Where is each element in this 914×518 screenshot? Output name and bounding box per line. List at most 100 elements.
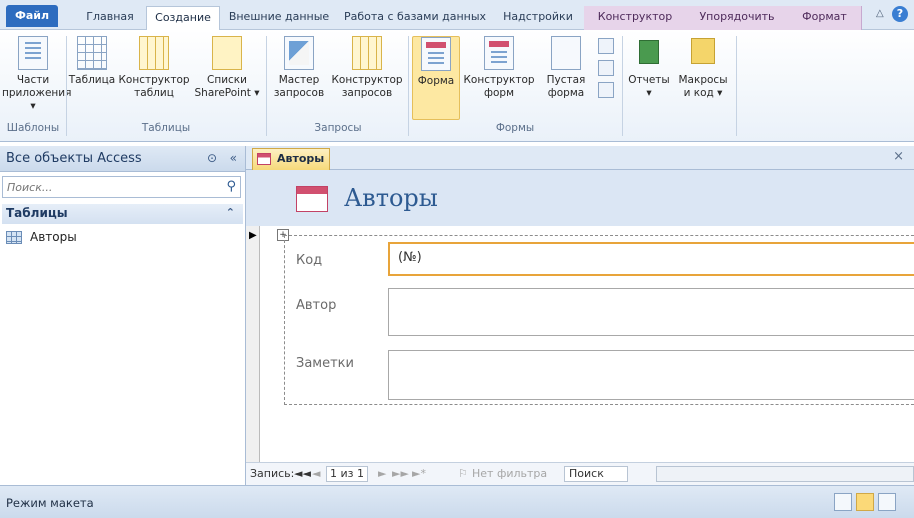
query-design-label-2: запросов xyxy=(341,87,393,99)
app-parts-button[interactable]: Части приложения ▾ xyxy=(2,36,72,113)
form-design-icon xyxy=(484,36,514,70)
reports-label-2: ▾ xyxy=(646,87,652,99)
sharepoint-icon xyxy=(212,36,242,70)
field-author[interactable] xyxy=(388,288,914,336)
minimize-ribbon-icon[interactable]: △ xyxy=(876,9,886,19)
first-record-icon[interactable]: ◄◄ xyxy=(294,467,311,480)
next-record-icon[interactable]: ► xyxy=(378,467,386,480)
last-record-icon[interactable]: ►► xyxy=(392,467,409,480)
app-parts-label-2: приложения ▾ xyxy=(2,87,72,112)
tab-design[interactable]: Конструктор xyxy=(584,6,686,30)
filter-status[interactable]: Нет фильтра xyxy=(472,467,547,480)
query-design-button[interactable]: Конструктор запросов xyxy=(330,36,404,100)
form-header: Авторы xyxy=(246,170,914,226)
table-icon xyxy=(77,36,107,70)
nav-item-label: Авторы xyxy=(30,230,77,244)
nav-item-authors[interactable]: Авторы xyxy=(6,228,245,246)
table-design-label-1: Конструктор xyxy=(118,74,190,86)
table-design-button[interactable]: Конструктор таблиц xyxy=(118,36,190,100)
table-button[interactable]: Таблица xyxy=(68,36,116,87)
filter-icon[interactable]: ⚐ xyxy=(458,467,468,480)
record-position-field[interactable]: 1 из 1 xyxy=(326,466,368,482)
tab-file[interactable]: Файл xyxy=(6,5,58,27)
form-design-label-2: форм xyxy=(484,87,514,99)
current-record-arrow-icon: ▶ xyxy=(249,230,257,241)
form-wizard-icon[interactable] xyxy=(598,38,614,54)
nav-section-label: Таблицы xyxy=(6,206,68,220)
nav-search-box: ⚲ xyxy=(2,176,241,198)
new-record-icon[interactable]: ►* xyxy=(412,467,426,480)
doc-tab-label: Авторы xyxy=(277,152,325,165)
blank-form-label-1: Пустая xyxy=(546,74,586,86)
tab-authors-form[interactable]: Авторы xyxy=(252,148,330,170)
nav-section-tables[interactable]: Таблицы ⌃ xyxy=(2,204,243,224)
status-bar: Режим макета xyxy=(0,485,914,518)
table-design-label-2: таблиц xyxy=(134,87,174,99)
query-design-label-1: Конструктор xyxy=(331,74,403,86)
collapse-pane-icon[interactable]: « xyxy=(230,151,237,165)
field-id[interactable]: (№) xyxy=(388,242,914,276)
form-title[interactable]: Авторы xyxy=(344,184,438,212)
table-icon xyxy=(6,230,22,244)
query-wizard-icon xyxy=(284,36,314,70)
sharepoint-lists-button[interactable]: Списки SharePoint ▾ xyxy=(192,36,262,100)
layout-view-icon[interactable] xyxy=(856,493,874,511)
field-label-notes[interactable]: Заметки xyxy=(296,356,354,371)
tab-create[interactable]: Создание xyxy=(146,6,220,31)
tab-addins[interactable]: Надстройки xyxy=(498,6,578,30)
form-label: Форма xyxy=(417,75,455,87)
table-design-icon xyxy=(139,36,169,70)
close-icon[interactable]: × xyxy=(893,149,904,164)
horizontal-scrollbar[interactable] xyxy=(656,466,914,482)
nav-pane-header[interactable]: Все объекты Access ⊙ « xyxy=(0,146,245,172)
tab-database-tools[interactable]: Работа с базами данных xyxy=(340,6,490,30)
table-label: Таблица xyxy=(68,74,116,86)
nav-menu-chevron-icon[interactable]: ⊙ xyxy=(207,151,217,165)
help-area: △ ? xyxy=(876,6,908,22)
blank-form-button[interactable]: Пустая форма xyxy=(538,36,594,100)
app-parts-label-1: Части xyxy=(16,74,50,86)
view-mode-status: Режим макета xyxy=(6,496,94,510)
design-view-icon[interactable] xyxy=(878,493,896,511)
field-label-author[interactable]: Автор xyxy=(296,298,336,313)
group-templates: Шаблоны xyxy=(6,122,60,134)
previous-record-icon[interactable]: ◄ xyxy=(312,467,320,480)
query-wizard-label-1: Мастер xyxy=(278,74,320,86)
group-forms: Формы xyxy=(495,122,535,134)
reports-icon xyxy=(639,40,659,64)
record-navigation-bar: Запись: ◄◄ ◄ 1 из 1 ► ►► ►* ⚐ Нет фильтр… xyxy=(246,462,914,485)
tab-format[interactable]: Формат xyxy=(788,6,862,30)
navigation-form-icon[interactable] xyxy=(598,60,614,76)
form-view-icon[interactable] xyxy=(834,493,852,511)
field-notes[interactable] xyxy=(388,350,914,400)
ribbon-separator xyxy=(66,36,67,136)
nav-pane-title: Все объекты Access xyxy=(6,151,142,166)
tab-arrange[interactable]: Упорядочить xyxy=(686,6,788,30)
help-icon[interactable]: ? xyxy=(892,6,908,22)
record-selector[interactable]: ▶ xyxy=(246,226,260,462)
form-design-button[interactable]: Конструктор форм xyxy=(462,36,536,100)
query-design-icon xyxy=(352,36,382,70)
form-icon xyxy=(257,153,271,165)
navigation-pane: Все объекты Access ⊙ « ⚲ Таблицы ⌃ Автор… xyxy=(0,146,246,485)
more-forms-icon[interactable] xyxy=(598,82,614,98)
collapse-section-icon[interactable]: ⌃ xyxy=(226,206,235,219)
form-layout-area: Авторы ▶ + Код (№) Автор Заметки xyxy=(246,170,914,462)
search-icon[interactable]: ⚲ xyxy=(226,179,236,194)
query-wizard-button[interactable]: Мастер запросов xyxy=(270,36,328,100)
form-icon xyxy=(296,186,328,212)
reports-button[interactable]: Отчеты ▾ xyxy=(626,36,672,100)
macros-button[interactable]: Макросы и код ▾ xyxy=(674,36,732,100)
record-search-input[interactable]: Поиск xyxy=(564,466,628,482)
tab-home[interactable]: Главная xyxy=(82,6,138,30)
tab-external-data[interactable]: Внешние данные xyxy=(226,6,332,30)
group-queries: Запросы xyxy=(314,122,362,134)
ribbon-tab-bar: Файл Главная Создание Внешние данные Раб… xyxy=(0,0,914,31)
form-button[interactable]: Форма xyxy=(412,36,460,120)
field-label-id[interactable]: Код xyxy=(296,253,322,268)
nav-search-input[interactable] xyxy=(3,177,203,197)
reports-label-1: Отчеты xyxy=(628,74,670,86)
ribbon-separator xyxy=(736,36,737,136)
blank-form-label-2: форма xyxy=(547,87,585,99)
macros-label-1: Макросы xyxy=(678,74,728,86)
